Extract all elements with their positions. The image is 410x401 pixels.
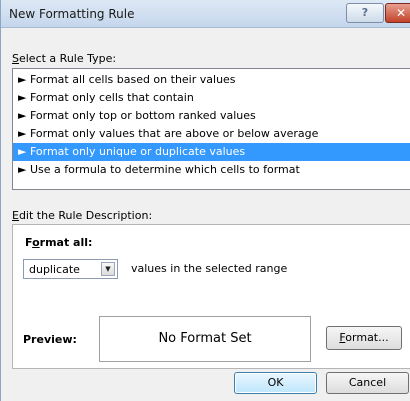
help-button[interactable]: ? xyxy=(346,3,384,23)
arrow-icon: ► xyxy=(18,163,27,176)
rule-type-list[interactable]: ► Format all cells based on their values… xyxy=(12,68,410,190)
dialog-title: New Formatting Rule xyxy=(9,7,135,21)
close-icon: ✕ xyxy=(395,6,407,20)
preview-label: Preview: xyxy=(23,333,77,346)
format-all-label: Format all: xyxy=(25,236,93,249)
cancel-button[interactable]: Cancel xyxy=(326,372,409,394)
rule-type-item-label: Format all cells based on their values xyxy=(29,73,236,86)
help-icon: ? xyxy=(361,6,369,19)
range-text: values in the selected range xyxy=(131,262,288,275)
arrow-icon: ► xyxy=(18,91,27,104)
format-button[interactable]: Format... xyxy=(326,326,402,350)
rule-type-item[interactable]: ► Use a formula to determine which cells… xyxy=(13,161,410,179)
rule-type-item-label: Use a formula to determine which cells t… xyxy=(29,163,300,176)
rule-type-item[interactable]: ► Format only unique or duplicate values xyxy=(13,143,410,161)
arrow-icon: ► xyxy=(18,145,27,158)
arrow-icon: ► xyxy=(18,73,27,86)
arrow-icon: ► xyxy=(18,127,27,140)
rule-type-item-label: Format only values that are above or bel… xyxy=(29,127,319,140)
ok-button[interactable]: OK xyxy=(234,372,317,394)
rule-type-item-label: Format only cells that contain xyxy=(29,91,194,104)
rule-description-panel: Format all: duplicate ▼ values in the se… xyxy=(12,224,410,369)
close-button[interactable]: ✕ xyxy=(385,3,410,23)
rule-description-label: Edit the Rule Description: xyxy=(12,209,153,222)
preview-text: No Format Set xyxy=(158,331,252,346)
duplicate-unique-dropdown[interactable]: duplicate ▼ xyxy=(23,259,118,279)
rule-type-item-label: Format only top or bottom ranked values xyxy=(29,109,256,122)
preview-box: No Format Set xyxy=(99,316,311,362)
rule-type-item[interactable]: ► Format only cells that contain xyxy=(13,89,410,107)
chevron-down-icon[interactable]: ▼ xyxy=(101,262,115,276)
rule-type-item-label: Format only unique or duplicate values xyxy=(29,145,246,158)
rule-type-item[interactable]: ► Format all cells based on their values xyxy=(13,71,410,89)
dropdown-value: duplicate xyxy=(29,263,80,276)
title-bar: New Formatting Rule ? ✕ xyxy=(1,0,410,28)
rule-type-item[interactable]: ► Format only values that are above or b… xyxy=(13,125,410,143)
rule-type-label: Select a Rule Type: xyxy=(12,52,117,65)
arrow-icon: ► xyxy=(18,109,27,122)
rule-type-item[interactable]: ► Format only top or bottom ranked value… xyxy=(13,107,410,125)
new-formatting-rule-dialog: New Formatting Rule ? ✕ Select a Rule Ty… xyxy=(0,0,410,401)
